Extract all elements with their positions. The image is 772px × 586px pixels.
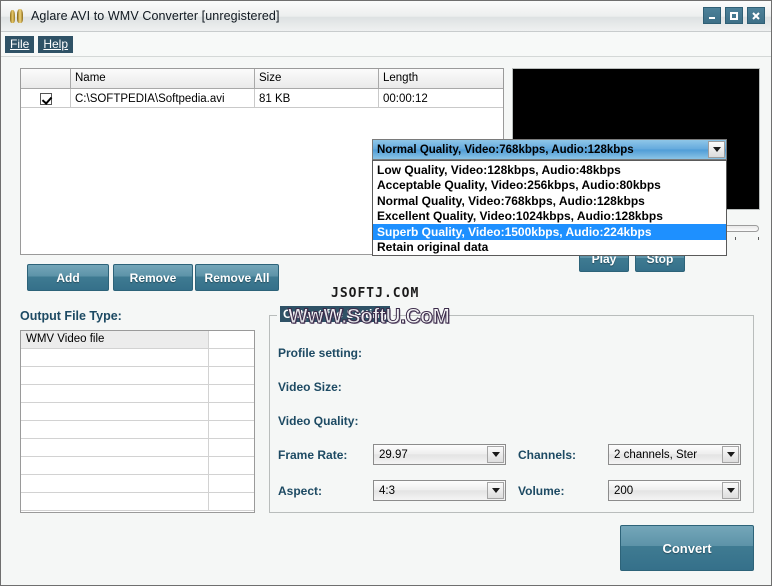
menu-item-help[interactable]: Help: [38, 36, 73, 53]
maximize-icon: [729, 11, 739, 21]
close-icon: [751, 11, 761, 21]
minimize-icon: [707, 11, 717, 21]
dropdown-option-superb[interactable]: Superb Quality, Video:1500kbps, Audio:22…: [373, 224, 726, 240]
window-controls: [703, 7, 765, 24]
watermark-jsoftj: JSOFTJ.COM: [331, 286, 419, 301]
menu-help-label: Help: [43, 37, 68, 51]
main-content: Name Size Length C:\SOFTPEDIA\Softpedia.…: [1, 57, 771, 585]
list-item[interactable]: [21, 349, 254, 367]
dropdown-option-excellent[interactable]: Excellent Quality, Video:1024kbps, Audio…: [373, 209, 726, 225]
dropdown-option-normal[interactable]: Normal Quality, Video:768kbps, Audio:128…: [373, 193, 726, 209]
list-item[interactable]: [21, 439, 254, 457]
label-video-quality: Video Quality:: [278, 414, 358, 428]
label-profile-setting: Profile setting:: [278, 346, 362, 360]
add-button[interactable]: Add: [27, 264, 109, 291]
application-window: Aglare AVI to WMV Converter [unregistere…: [0, 0, 772, 586]
aspect-combobox[interactable]: 4:3: [373, 480, 506, 501]
chevron-down-icon[interactable]: [487, 446, 504, 463]
list-item[interactable]: [21, 367, 254, 385]
profile-setting-combobox[interactable]: Normal Quality, Video:768kbps, Audio:128…: [372, 139, 727, 160]
chevron-down-icon[interactable]: [722, 446, 739, 463]
column-header-name[interactable]: Name: [71, 69, 255, 89]
list-item[interactable]: [21, 457, 254, 475]
dropdown-option-retain[interactable]: Retain original data: [373, 240, 726, 256]
dropdown-option-acceptable[interactable]: Acceptable Quality, Video:256kbps, Audio…: [373, 178, 726, 194]
close-button[interactable]: [747, 7, 765, 24]
dropdown-option-low[interactable]: Low Quality, Video:128kbps, Audio:48kbps: [373, 162, 726, 178]
convert-button[interactable]: Convert: [620, 525, 754, 571]
chevron-down-icon[interactable]: [487, 482, 504, 499]
window-title: Aglare AVI to WMV Converter [unregistere…: [31, 9, 280, 23]
output-file-type-list[interactable]: WMV Video file: [20, 330, 255, 513]
checkbox-checked-icon[interactable]: [40, 93, 52, 105]
output-file-type-label: Output File Type:: [20, 309, 122, 323]
label-volume: Volume:: [518, 484, 564, 498]
output-type-name: WMV Video file: [21, 331, 209, 349]
aspect-value: 4:3: [379, 485, 395, 497]
cell-length: 00:00:12: [379, 89, 503, 108]
frame-rate-combobox[interactable]: 29.97: [373, 444, 506, 465]
list-item[interactable]: WMV Video file: [21, 331, 254, 349]
minimize-button[interactable]: [703, 7, 721, 24]
frame-rate-value: 29.97: [379, 449, 408, 461]
cell-name: C:\SOFTPEDIA\Softpedia.avi: [71, 89, 255, 108]
column-header-check[interactable]: [21, 69, 71, 89]
list-item[interactable]: [21, 403, 254, 421]
list-item[interactable]: [21, 385, 254, 403]
title-bar: Aglare AVI to WMV Converter [unregistere…: [1, 1, 771, 32]
volume-combobox[interactable]: 200: [608, 480, 741, 501]
chevron-down-icon[interactable]: [722, 482, 739, 499]
remove-button[interactable]: Remove: [113, 264, 193, 291]
profile-setting-value: Normal Quality, Video:768kbps, Audio:128…: [377, 144, 634, 156]
menu-bar: File Help: [1, 32, 771, 57]
list-item[interactable]: [21, 421, 254, 439]
output-settings-group: Profile setting: Video Size: Video Quali…: [269, 315, 754, 513]
settings-group-title: Output file Setting: [277, 307, 393, 321]
menu-item-file[interactable]: File: [5, 36, 34, 53]
column-header-length[interactable]: Length: [379, 69, 503, 89]
profile-setting-dropdown-list[interactable]: Low Quality, Video:128kbps, Audio:48kbps…: [372, 160, 727, 256]
cell-size: 81 KB: [255, 89, 379, 108]
label-aspect: Aspect:: [278, 484, 322, 498]
output-type-extra: [209, 331, 254, 349]
chevron-down-icon[interactable]: [708, 141, 725, 158]
person-figure-icon: [8, 7, 26, 25]
column-header-size[interactable]: Size: [255, 69, 379, 89]
table-row[interactable]: C:\SOFTPEDIA\Softpedia.avi 81 KB 00:00:1…: [21, 89, 503, 108]
list-item[interactable]: [21, 475, 254, 493]
label-frame-rate: Frame Rate:: [278, 448, 347, 462]
file-list-header: Name Size Length: [21, 69, 503, 89]
menu-file-label: File: [10, 37, 29, 51]
list-item[interactable]: [21, 493, 254, 511]
settings-group-title-text: Output file Setting: [280, 306, 390, 322]
label-video-size: Video Size:: [278, 380, 342, 394]
channels-value: 2 channels, Ster: [614, 449, 697, 461]
label-channels: Channels:: [518, 448, 576, 462]
maximize-button[interactable]: [725, 7, 743, 24]
volume-value: 200: [614, 485, 633, 497]
remove-all-button[interactable]: Remove All: [195, 264, 279, 291]
channels-combobox[interactable]: 2 channels, Ster: [608, 444, 741, 465]
row-checkbox-cell[interactable]: [21, 89, 71, 108]
